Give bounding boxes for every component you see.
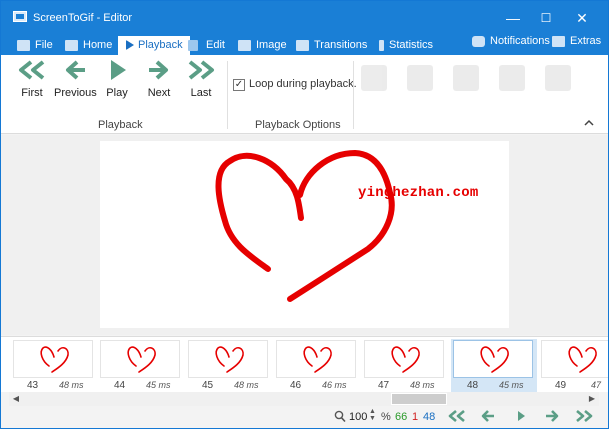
notifications-button[interactable]: Notifications <box>472 32 550 51</box>
notification-icon <box>472 36 485 47</box>
last-frame-icon <box>576 410 593 422</box>
current-frame-number: 48 <box>423 411 436 423</box>
extras-icon <box>552 36 565 47</box>
frame-thumbnail[interactable]: 46 46 ms <box>274 339 360 393</box>
playback-options-group-label: Playback Options <box>255 119 341 131</box>
tab-edit[interactable]: Edit <box>188 36 225 55</box>
last-frame-icon <box>188 60 214 80</box>
status-last-frame-button[interactable] <box>573 409 595 426</box>
tab-home[interactable]: Home <box>65 36 112 55</box>
zoom-spinner[interactable]: ▲ ▼ <box>369 408 376 422</box>
tab-transitions[interactable]: Transitions <box>296 36 367 55</box>
tab-file[interactable]: File <box>17 36 53 55</box>
status-bar: 100 ▲ ▼ % 66 1 48 <box>1 406 608 428</box>
play-icon <box>111 60 126 80</box>
watermark-text: yinghezhan.com <box>358 185 479 201</box>
zoom-icon <box>334 410 346 426</box>
frame-strip: 43 48 ms 44 45 ms 45 48 ms 46 46 ms 47 4… <box>1 336 608 393</box>
play-button[interactable]: Play <box>96 59 138 105</box>
app-icon <box>13 11 27 22</box>
zoom-value[interactable]: 100 <box>349 411 367 423</box>
scroll-left-icon[interactable]: ◀ <box>9 392 23 406</box>
next-frame-icon <box>149 60 168 80</box>
file-icon <box>17 40 30 51</box>
ribbon-panel: First Previous Play Next Last Playback ✓… <box>1 55 608 134</box>
frame-count: 66 <box>395 411 408 423</box>
status-play-button[interactable] <box>514 409 528 426</box>
extras-button[interactable]: Extras <box>552 32 601 51</box>
frame-thumbnail[interactable]: 47 48 ms <box>362 339 448 393</box>
scroll-right-icon[interactable]: ▶ <box>585 392 599 406</box>
home-icon <box>65 40 78 51</box>
hidden-ribbon-ghost <box>357 65 577 115</box>
status-next-frame-button[interactable] <box>543 409 561 426</box>
zoom-unit: % <box>381 411 391 423</box>
heart-drawing <box>215 150 395 302</box>
frame-thumbnail[interactable]: 49 47 <box>539 339 608 393</box>
status-previous-frame-button[interactable] <box>479 409 497 426</box>
current-frame-image <box>100 141 509 328</box>
frames-scrollbar[interactable]: ◀ ▶ <box>9 392 599 406</box>
title-bar: ScreenToGif - Editor — ☐ ✕ <box>1 1 608 36</box>
first-frame-icon <box>448 410 465 422</box>
play-icon <box>126 40 134 50</box>
previous-frame-icon <box>66 60 85 80</box>
last-frame-button[interactable]: Last <box>180 59 222 105</box>
previous-frame-button[interactable]: Previous <box>54 59 97 105</box>
maximize-button[interactable]: ☐ <box>531 7 561 29</box>
group-separator <box>227 61 228 129</box>
transitions-icon <box>296 40 309 51</box>
tab-image[interactable]: Image <box>238 36 287 55</box>
frame-thumbnail-selected[interactable]: 48 45 ms <box>451 339 537 393</box>
minimize-button[interactable]: — <box>498 7 528 29</box>
info-icon <box>379 40 384 51</box>
play-icon <box>518 411 525 421</box>
group-separator <box>353 61 354 129</box>
editor-window: ScreenToGif - Editor — ☐ ✕ File Home Pla… <box>0 0 609 429</box>
next-frame-button[interactable]: Next <box>138 59 180 105</box>
playback-group-label: Playback <box>98 119 143 131</box>
close-button[interactable]: ✕ <box>567 7 597 29</box>
collapse-ribbon-icon[interactable] <box>584 119 594 129</box>
loop-checkbox-label: Loop during playback. <box>249 78 357 90</box>
first-frame-icon <box>19 60 45 80</box>
tab-playback[interactable]: Playback <box>118 36 190 55</box>
first-frame-button[interactable]: First <box>11 59 53 105</box>
ribbon-tabs: File Home Playback Edit Image Transition… <box>1 35 608 55</box>
frame-thumbnail[interactable]: 45 48 ms <box>186 339 272 393</box>
frame-thumbnail[interactable]: 44 45 ms <box>98 339 184 393</box>
loop-checkbox[interactable]: ✓ <box>233 79 245 91</box>
status-first-frame-button[interactable] <box>446 409 468 426</box>
selected-count: 1 <box>412 411 419 423</box>
tab-statistics[interactable]: Statistics <box>378 36 433 55</box>
frame-thumbnail[interactable]: 43 48 ms <box>11 339 97 393</box>
next-frame-icon <box>546 410 559 422</box>
scrollbar-thumb[interactable] <box>391 393 447 405</box>
edit-icon <box>188 40 198 51</box>
window-title: ScreenToGif - Editor <box>33 12 133 24</box>
previous-frame-icon <box>481 410 494 422</box>
image-icon <box>238 40 251 51</box>
canvas-area: yinghezhan.com <box>1 135 608 335</box>
